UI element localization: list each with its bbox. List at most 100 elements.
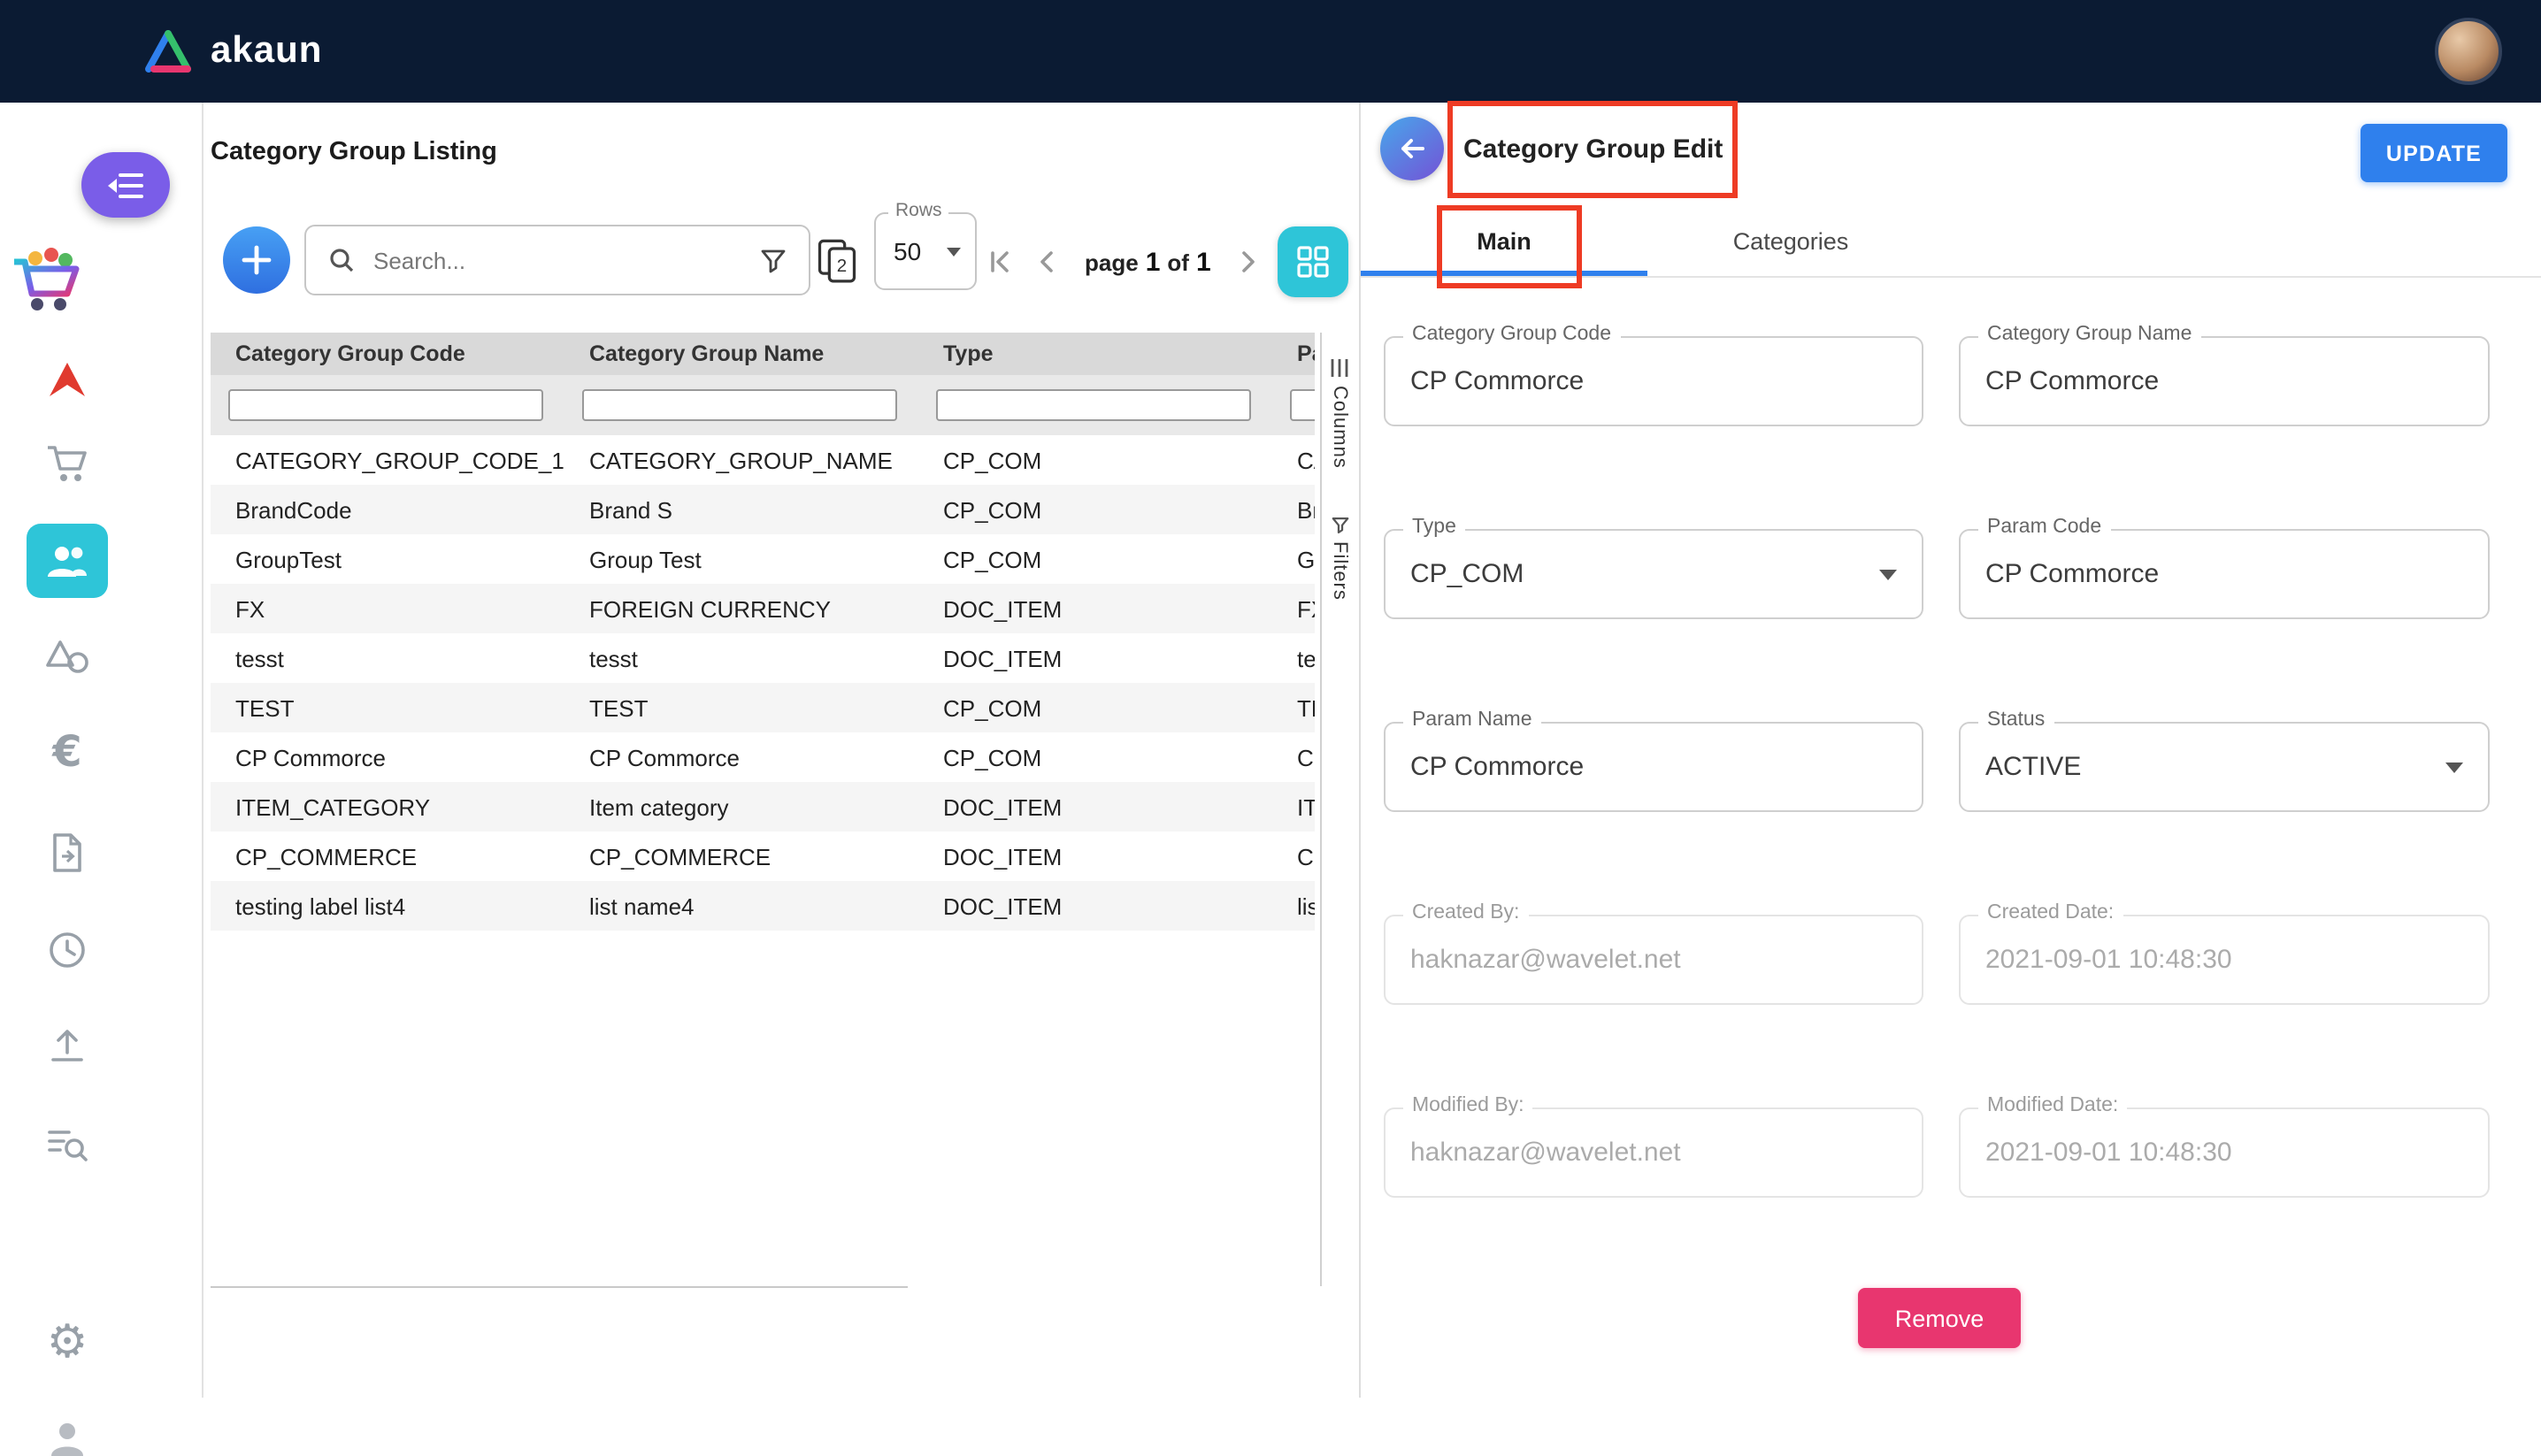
chevron-down-icon <box>1879 570 1897 580</box>
table-header-row: Category Group Code Category Group Name … <box>211 333 1315 375</box>
cell-code: BrandCode <box>211 496 564 523</box>
column-filter-input[interactable] <box>936 389 1251 421</box>
user-avatar[interactable] <box>2435 18 2502 85</box>
table-row[interactable]: CP CommorceCP CommorceCP_COMCP Commorce <box>211 732 1315 782</box>
table-row[interactable]: tessttesstDOC_ITEMtesst <box>211 633 1315 683</box>
search-input[interactable] <box>370 245 759 275</box>
sidebar-item-profile[interactable] <box>0 1421 134 1456</box>
table-row[interactable]: FXFOREIGN CURRENCYDOC_ITEMFX <box>211 584 1315 633</box>
field-value: haknazar@wavelet.net <box>1410 916 1681 1003</box>
sidebar-item-categories[interactable] <box>0 637 134 676</box>
category-group-name-field[interactable]: Category Group Name CP Commorce <box>1959 336 2490 426</box>
sidebar-item-settings[interactable]: ⚙ <box>0 1320 134 1366</box>
cell-code: GroupTest <box>211 546 564 572</box>
first-page-button[interactable] <box>984 246 1016 278</box>
sidebar-item-brand[interactable] <box>0 357 134 403</box>
prev-page-button[interactable] <box>1032 246 1063 278</box>
plus-icon <box>241 244 273 276</box>
menu-toggle-icon <box>106 171 145 199</box>
columns-label: Columns <box>1329 386 1350 469</box>
remove-button[interactable]: Remove <box>1858 1288 2021 1348</box>
gear-icon: ⚙ <box>47 1320 88 1366</box>
sidebar-toggle-button[interactable] <box>81 152 170 218</box>
cell-name: tesst <box>564 645 918 671</box>
param-name-field[interactable]: Param Name CP Commorce <box>1384 722 1923 812</box>
field-value: 2021-09-01 10:48:30 <box>1985 916 2232 1003</box>
back-button[interactable] <box>1380 117 1444 180</box>
cell-type: DOC_ITEM <box>918 595 1272 622</box>
table-row[interactable]: TESTTESTCP_COMTEST <box>211 683 1315 732</box>
add-button[interactable] <box>223 226 290 294</box>
table-row[interactable]: GroupTestGroup TestCP_COMGroupTest <box>211 534 1315 584</box>
next-page-button[interactable] <box>1232 246 1264 278</box>
sidebar-item-audit[interactable] <box>0 1125 134 1164</box>
field-value: CP Commorce <box>1985 531 2159 617</box>
person-icon <box>46 1421 88 1456</box>
column-header[interactable]: Category Group Code <box>211 341 564 366</box>
arrow-left-icon <box>1394 131 1430 166</box>
filter-funnel-icon[interactable] <box>759 246 787 274</box>
cart-icon <box>44 442 90 485</box>
filters-panel-toggle[interactable]: Filters <box>1322 515 1357 601</box>
search-list-icon <box>46 1125 88 1164</box>
sidebar-item-people[interactable] <box>27 524 108 598</box>
rows-per-page-select[interactable]: Rows 50 <box>874 212 977 290</box>
current-page: 1 <box>1146 247 1161 277</box>
cell-name: Group Test <box>564 546 918 572</box>
column-header[interactable]: Category Group Name <box>564 341 918 366</box>
column-filter-input[interactable] <box>1290 389 1315 421</box>
sidebar-item-cart[interactable] <box>0 442 134 485</box>
cell-code: CP Commorce <box>211 744 564 770</box>
cell-name: CP_COMMERCE <box>564 843 918 870</box>
cell-type: DOC_ITEM <box>918 793 1272 820</box>
cell-name: list name4 <box>564 893 918 919</box>
cell-code: FX <box>211 595 564 622</box>
status-select[interactable]: Status ACTIVE <box>1959 722 2490 812</box>
table-row[interactable]: testing label list4list name4DOC_ITEMlis… <box>211 881 1315 931</box>
cell-param: CATEGORY_GROUP_CODE_1 <box>1272 447 1315 473</box>
cell-name: CP Commorce <box>564 744 918 770</box>
tab-categories[interactable]: Categories <box>1647 209 1934 276</box>
euro-icon: € <box>52 731 81 773</box>
cell-param: FX <box>1272 595 1315 622</box>
store-logo-icon[interactable] <box>7 244 88 327</box>
field-value: ACTIVE <box>1985 724 2081 810</box>
column-filter-input[interactable] <box>228 389 543 421</box>
sidebar-item-upload[interactable] <box>0 1026 134 1065</box>
sidebar-item-currency[interactable]: € <box>0 731 134 773</box>
filter-funnel-icon <box>1330 515 1349 534</box>
field-value: 2021-09-01 10:48:30 <box>1985 1109 2232 1196</box>
apps-grid-button[interactable] <box>1278 226 1348 297</box>
cell-name: FOREIGN CURRENCY <box>564 595 918 622</box>
category-group-code-field[interactable]: Category Group Code CP Commorce <box>1384 336 1923 426</box>
columns-panel-toggle[interactable]: Columns <box>1322 357 1357 469</box>
table-row[interactable]: BrandCodeBrand SCP_COMBrandCode <box>211 485 1315 534</box>
table-row[interactable]: ITEM_CATEGORYItem categoryDOC_ITEMITEM_C… <box>211 782 1315 831</box>
table-bottom-border <box>211 1286 908 1288</box>
total-pages: 1 <box>1196 247 1211 277</box>
sidebar-item-documents[interactable] <box>0 831 134 874</box>
table-row[interactable]: CATEGORY_GROUP_CODE_1CATEGORY_GROUP_NAME… <box>211 435 1315 485</box>
people-icon <box>44 541 90 580</box>
cell-code: tesst <box>211 645 564 671</box>
table-filter-row <box>211 375 1315 435</box>
duplicate-view-button[interactable]: 2 <box>814 237 860 283</box>
table-row[interactable]: CP_COMMERCECP_COMMERCEDOC_ITEMCP_COMMERC… <box>211 831 1315 881</box>
column-filter-input[interactable] <box>582 389 897 421</box>
app-root: akaun <box>0 0 2541 1398</box>
history-icon <box>46 929 88 971</box>
update-button[interactable]: UPDATE <box>2361 124 2507 182</box>
field-value: CP_COM <box>1410 531 1524 617</box>
editor-title: Category Group Edit <box>1463 134 1723 165</box>
param-code-field[interactable]: Param Code CP Commorce <box>1959 529 2490 619</box>
akaun-triangle-icon <box>142 28 195 74</box>
column-header[interactable]: Type <box>918 341 1272 366</box>
cell-code: CP_COMMERCE <box>211 843 564 870</box>
column-header[interactable]: Param Code <box>1272 341 1315 366</box>
rows-label: Rows <box>888 200 949 221</box>
type-select[interactable]: Type CP_COM <box>1384 529 1923 619</box>
sidebar-item-history[interactable] <box>0 929 134 971</box>
cell-code: ITEM_CATEGORY <box>211 793 564 820</box>
first-page-icon <box>984 246 1016 278</box>
tab-main[interactable]: Main <box>1361 209 1647 276</box>
